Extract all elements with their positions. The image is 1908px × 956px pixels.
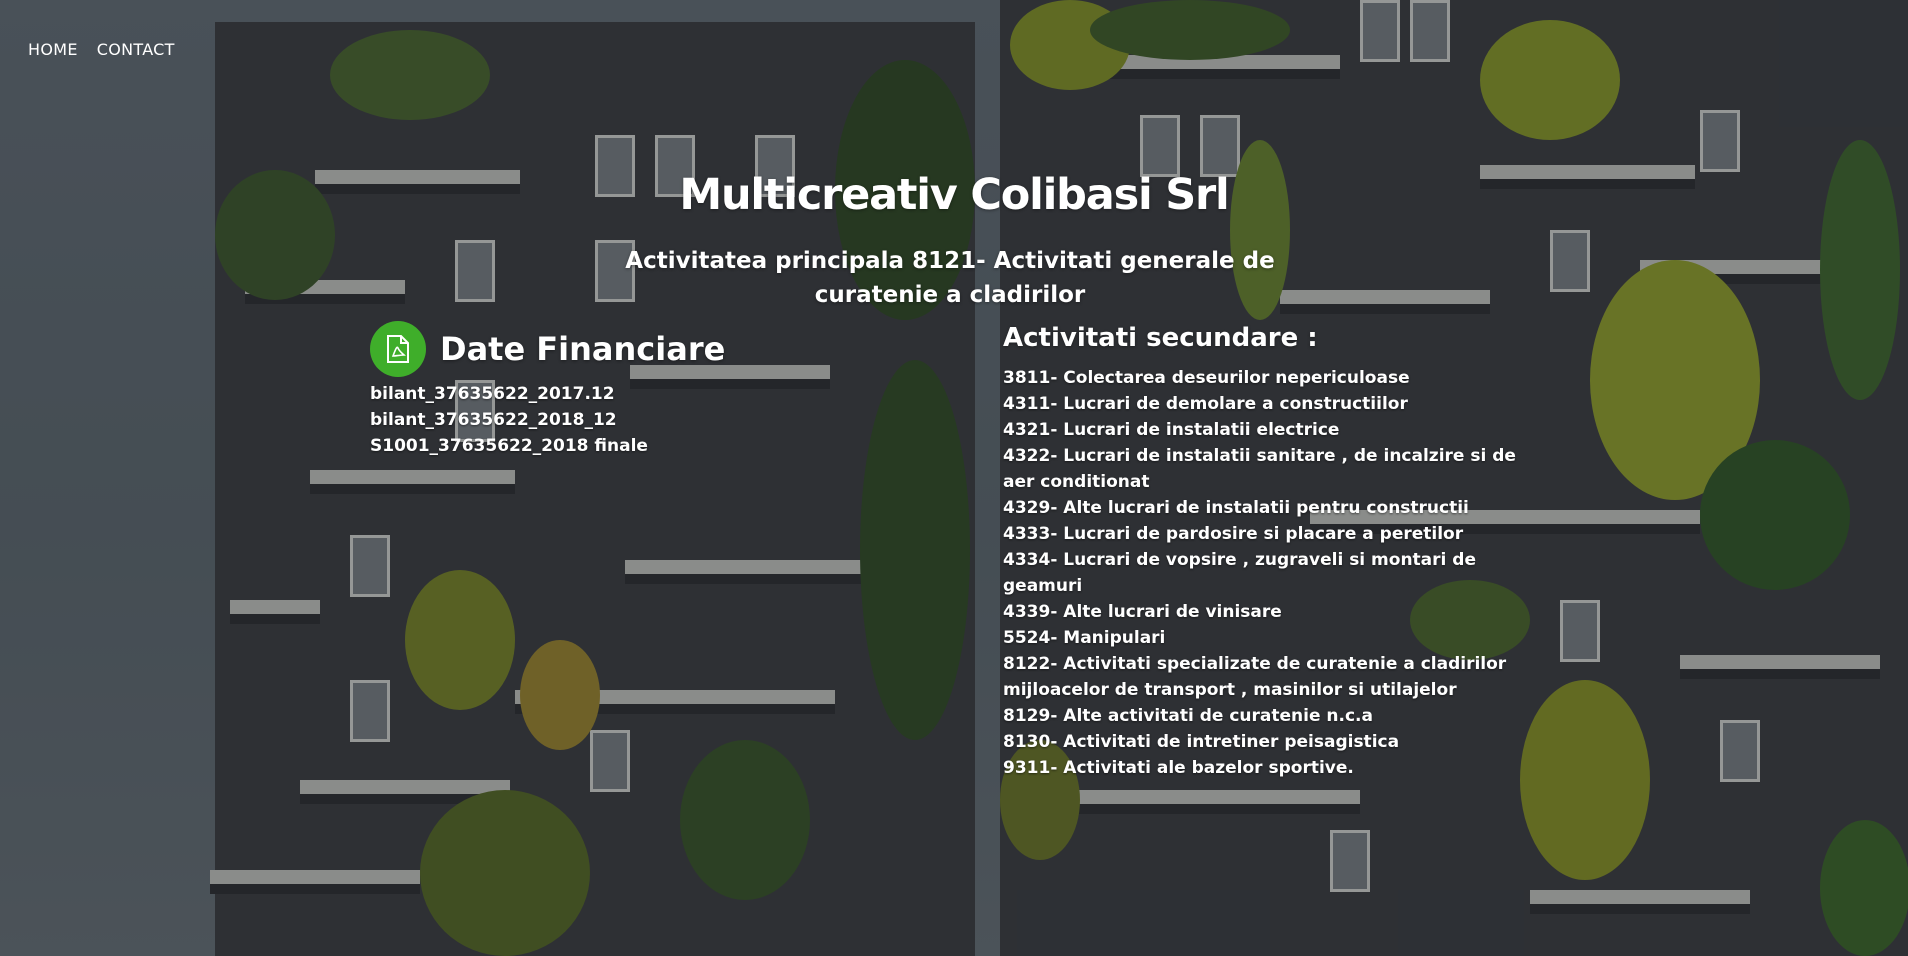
main-activity: Activitatea principala 8121- Activitati …	[625, 248, 1275, 308]
financial-title: Date Financiare	[440, 330, 726, 368]
list-item: 8130- Activitati de intretiner peisagist…	[1003, 732, 1400, 752]
financial-header: Date Financiare	[370, 321, 725, 377]
nav-contact-link[interactable]: CONTACT	[97, 40, 175, 59]
financial-link-bilant-2017[interactable]: bilant_37635622_2017.12	[370, 381, 725, 407]
secondary-title: Activitati secundare :	[1003, 323, 1318, 353]
list-item: 8122- Activitati specializate de curaten…	[1003, 654, 1507, 700]
list-item: 5524- Manipulari	[1003, 628, 1166, 648]
financial-links: bilant_37635622_2017.12 bilant_37635622_…	[370, 381, 725, 459]
pdf-file-icon-glyph	[387, 335, 409, 363]
list-item: 4329- Alte lucrari de instalatii pentru …	[1003, 498, 1469, 518]
secondary-activities: Activitati secundare : 3811- Colectarea …	[1003, 323, 1523, 781]
main-nav: HOME CONTACT	[28, 40, 175, 59]
secondary-list: 3811- Colectarea deseurilor nepericuloas…	[1003, 365, 1523, 781]
list-item: 4311- Lucrari de demolare a constructiil…	[1003, 394, 1408, 414]
financial-link-bilant-2018[interactable]: bilant_37635622_2018_12	[370, 407, 725, 433]
list-item: 8129- Alte activitati de curatenie n.c.a	[1003, 706, 1373, 726]
list-item: 4333- Lucrari de pardosire si placare a …	[1003, 524, 1464, 544]
page-title: Multicreativ Colibasi Srl	[679, 170, 1229, 220]
list-item: 4334- Lucrari de vopsire , zugraveli si …	[1003, 550, 1476, 596]
nav-home-link[interactable]: HOME	[28, 40, 78, 59]
list-item: 4321- Lucrari de instalatii electrice	[1003, 420, 1340, 440]
list-item: 4339- Alte lucrari de vinisare	[1003, 602, 1282, 622]
financial-section: Date Financiare bilant_37635622_2017.12 …	[370, 321, 725, 459]
pdf-icon	[370, 321, 426, 377]
list-item: 3811- Colectarea deseurilor nepericuloas…	[1003, 368, 1410, 388]
list-item: 4322- Lucrari de instalatii sanitare , d…	[1003, 446, 1516, 492]
list-item: 9311- Activitati ale bazelor sportive.	[1003, 758, 1354, 778]
background-image	[0, 0, 1908, 956]
financial-link-s1001-2018[interactable]: S1001_37635622_2018 finale	[370, 433, 725, 459]
